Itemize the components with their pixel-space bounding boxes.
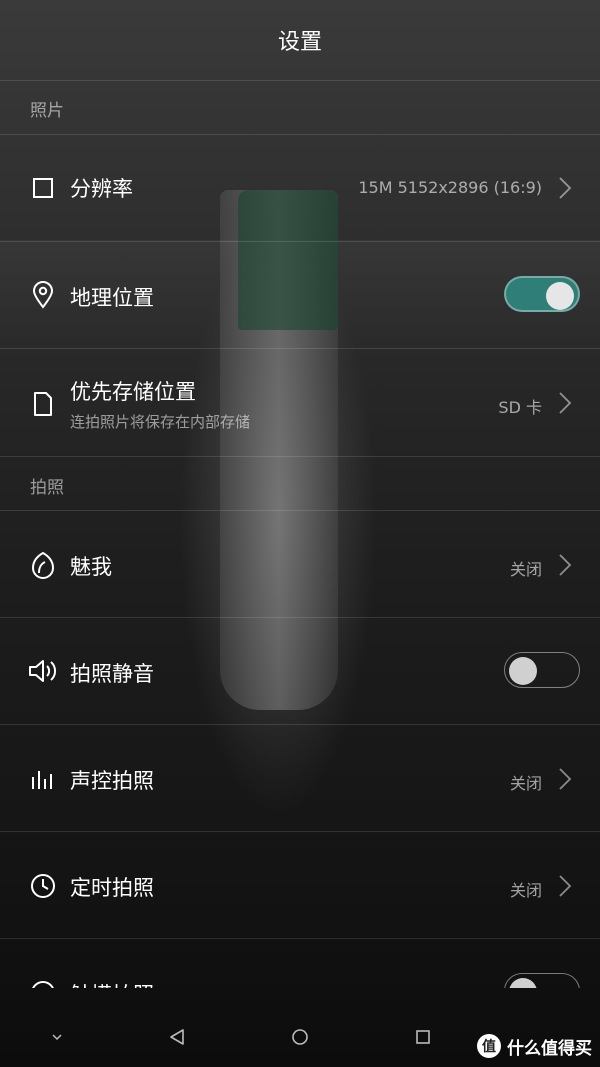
section-photo: 照片 — [30, 101, 64, 121]
down-chevron-icon[interactable] — [45, 1025, 69, 1049]
location-pin-icon — [28, 280, 58, 310]
setting-label: 魅我 — [70, 555, 112, 579]
home-circle-icon[interactable] — [288, 1025, 312, 1049]
setting-label: 地理位置 — [70, 286, 154, 310]
toggle-knob — [509, 978, 537, 988]
setting-label: 触摸拍照 — [70, 979, 154, 988]
setting-sublabel: 连拍照片将保存在内部存储 — [70, 413, 251, 431]
watermark-logo-icon: 值 — [477, 1034, 501, 1058]
setting-label: 拍照静音 — [70, 662, 154, 686]
setting-label: 分辨率 — [70, 177, 133, 201]
touch-icon — [28, 978, 58, 988]
settings-list: 设置 照片 分辨率 15M 5152x2896 (16:9) 地理位置 优先存储… — [0, 0, 600, 988]
setting-label: 声控拍照 — [70, 769, 154, 793]
watermark: 值 什么值得买 — [477, 1033, 592, 1059]
setting-mute[interactable]: 拍照静音 — [0, 618, 600, 724]
touch-toggle[interactable] — [504, 973, 580, 988]
setting-value: 15M 5152x2896 (16:9) — [358, 178, 542, 197]
section-shooting: 拍照 — [30, 478, 64, 498]
speaker-icon — [28, 656, 58, 686]
face-icon — [28, 550, 58, 580]
setting-value: 关闭 — [509, 560, 542, 579]
divider — [0, 80, 600, 81]
document-icon — [28, 389, 58, 419]
setting-label: 优先存储位置 — [70, 380, 196, 404]
watermark-text: 什么值得买 — [507, 1038, 592, 1059]
recents-square-icon[interactable] — [411, 1025, 435, 1049]
chevron-right-icon — [558, 391, 572, 415]
page-title: 设置 — [277, 30, 322, 55]
chevron-right-icon — [558, 553, 572, 577]
chevron-right-icon — [558, 874, 572, 898]
chevron-right-icon — [558, 176, 572, 200]
toggle-knob — [509, 657, 537, 685]
divider — [0, 456, 600, 457]
chevron-right-icon — [558, 767, 572, 791]
setting-beauty[interactable]: 魅我 关闭 — [0, 511, 600, 617]
sound-bars-icon — [28, 764, 58, 794]
location-toggle[interactable] — [504, 276, 580, 312]
setting-voice[interactable]: 声控拍照 关闭 — [0, 725, 600, 831]
mute-toggle[interactable] — [504, 652, 580, 688]
setting-value: SD 卡 — [498, 398, 542, 417]
setting-timer[interactable]: 定时拍照 关闭 — [0, 832, 600, 938]
watermark-badge-text: 值 — [482, 1039, 496, 1055]
setting-label: 定时拍照 — [70, 876, 154, 900]
setting-value: 关闭 — [509, 774, 542, 793]
setting-storage[interactable]: 优先存储位置 连拍照片将保存在内部存储 SD 卡 — [0, 349, 600, 455]
setting-resolution[interactable]: 分辨率 15M 5152x2896 (16:9) — [0, 135, 600, 241]
setting-touch[interactable]: 触摸拍照 — [0, 939, 600, 988]
clock-icon — [28, 871, 58, 901]
back-triangle-icon[interactable] — [165, 1025, 189, 1049]
setting-location[interactable]: 地理位置 — [0, 242, 600, 348]
setting-value: 关闭 — [509, 881, 542, 900]
toggle-knob — [546, 282, 574, 310]
square-icon — [28, 173, 58, 203]
